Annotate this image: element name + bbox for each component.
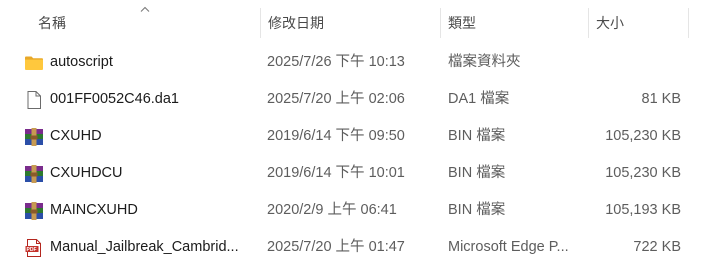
file-size: 105,230 KB	[605, 165, 681, 181]
folder-icon	[25, 56, 43, 70]
svg-text:PDF: PDF	[27, 247, 37, 253]
file-type: DA1 檔案	[448, 91, 510, 107]
document-icon	[27, 91, 41, 109]
file-size: 81 KB	[641, 91, 682, 107]
file-name: autoscript	[50, 54, 113, 70]
file-explorer-details-view: 名稱 修改日期 類型 大小 autoscript 2025/7/26 下午 10…	[0, 0, 703, 274]
archive-icon	[25, 202, 43, 220]
file-date: 2025/7/26 下午 10:13	[267, 54, 405, 70]
column-header-type[interactable]: 類型	[440, 8, 588, 38]
file-date: 2019/6/14 下午 09:50	[267, 128, 405, 144]
file-type: BIN 檔案	[448, 128, 506, 144]
file-name: Manual_Jailbreak_Cambrid...	[50, 239, 239, 255]
column-divider[interactable]	[688, 8, 689, 38]
file-date: 2025/7/20 上午 02:06	[267, 91, 405, 107]
file-row[interactable]: autoscript 2025/7/26 下午 10:13 檔案資料夾	[0, 44, 703, 81]
file-type: BIN 檔案	[448, 202, 506, 218]
file-size: 105,193 KB	[605, 202, 681, 218]
file-row[interactable]: CXUHD 2019/6/14 下午 09:50 BIN 檔案 105,230 …	[0, 118, 703, 155]
file-row[interactable]: PDF Manual_Jailbreak_Cambrid... 2025/7/2…	[0, 229, 703, 266]
column-header-date[interactable]: 修改日期	[260, 8, 440, 38]
pdf-icon: PDF	[25, 239, 41, 257]
file-type: Microsoft Edge P...	[448, 239, 569, 255]
file-date: 2020/2/9 上午 06:41	[267, 202, 397, 218]
file-name: 001FF0052C46.da1	[50, 91, 179, 107]
column-header-bar: 名稱 修改日期 類型 大小	[0, 0, 703, 38]
file-name: MAINCXUHD	[50, 202, 138, 218]
file-row[interactable]: 001FF0052C46.da1 2025/7/20 上午 02:06 DA1 …	[0, 81, 703, 118]
file-name: CXUHDCU	[50, 165, 123, 181]
file-date: 2025/7/20 上午 01:47	[267, 239, 405, 255]
archive-icon	[25, 165, 43, 183]
file-list: autoscript 2025/7/26 下午 10:13 檔案資料夾 001F…	[0, 44, 703, 266]
column-header-name[interactable]: 名稱	[30, 8, 260, 38]
file-type: 檔案資料夾	[448, 54, 521, 70]
file-name: CXUHD	[50, 128, 102, 144]
column-header-size[interactable]: 大小	[588, 8, 688, 38]
file-date: 2019/6/14 下午 10:01	[267, 165, 405, 181]
file-type: BIN 檔案	[448, 165, 506, 181]
file-size: 722 KB	[633, 239, 681, 255]
file-row[interactable]: CXUHDCU 2019/6/14 下午 10:01 BIN 檔案 105,23…	[0, 155, 703, 192]
file-size: 105,230 KB	[605, 128, 681, 144]
archive-icon	[25, 128, 43, 146]
file-row[interactable]: MAINCXUHD 2020/2/9 上午 06:41 BIN 檔案 105,1…	[0, 192, 703, 229]
